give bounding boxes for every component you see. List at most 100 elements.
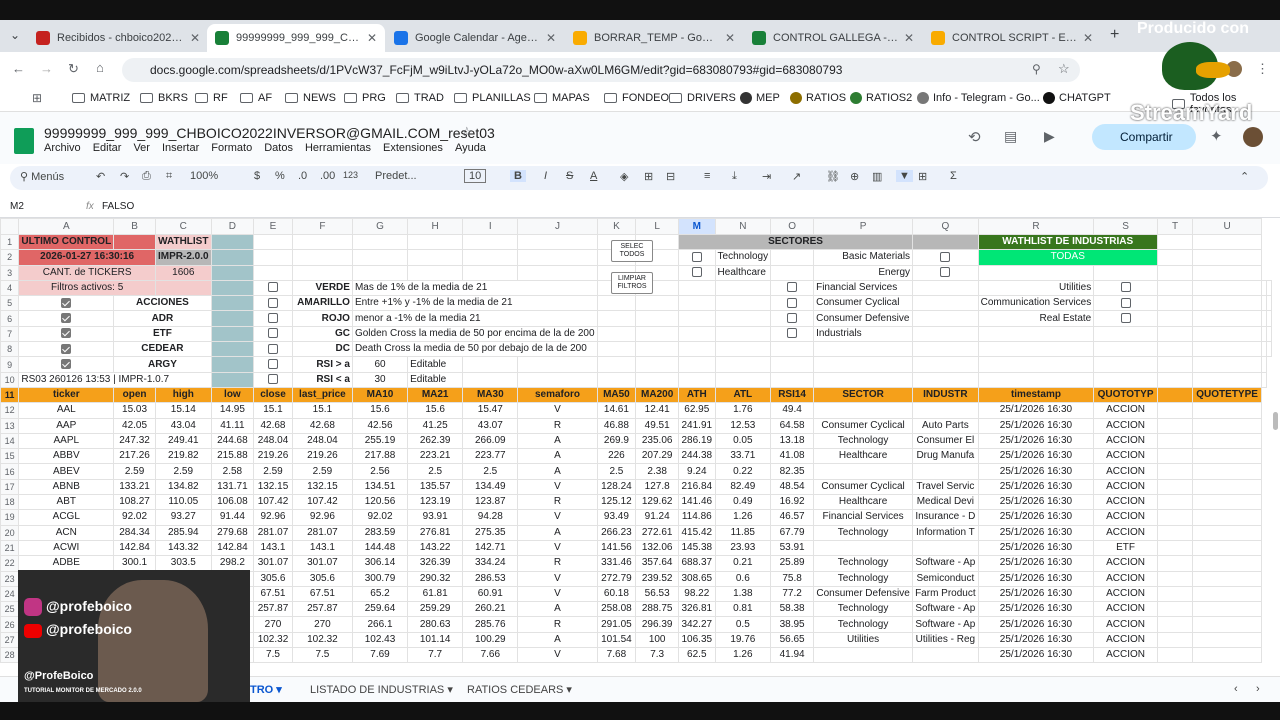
checkbox[interactable] (787, 297, 798, 308)
checkbox[interactable] (267, 374, 278, 385)
font-size-input[interactable]: 10 (464, 169, 487, 183)
row-header[interactable]: 6 (0, 310, 20, 327)
checkbox[interactable] (267, 358, 278, 369)
url-input[interactable]: docs.google.com/spreadsheets/d/1PVcW37_F… (122, 58, 1080, 82)
checkbox[interactable] (267, 343, 278, 354)
row-header[interactable]: 15 (0, 448, 20, 465)
tab-search-icon[interactable]: ⌄ (10, 28, 20, 42)
menu-item[interactable]: Editar (93, 142, 122, 154)
row-header[interactable]: 18 (0, 494, 20, 511)
column-filter-header[interactable]: close (253, 386, 293, 404)
decrease-decimal-button[interactable]: .0 (298, 170, 307, 182)
percent-button[interactable]: % (275, 170, 285, 182)
history-icon[interactable]: ⟲ (968, 128, 981, 146)
checkbox[interactable] (787, 328, 798, 339)
currency-button[interactable]: $ (254, 170, 260, 182)
industry-dropdown[interactable]: TODAS (977, 249, 1158, 266)
column-header[interactable]: U (1192, 218, 1262, 235)
sheet-tab-ratios[interactable]: RATIOS CEDEARS ▾ (467, 683, 572, 696)
browser-tab[interactable]: BORRAR_TEMP - Google Drive ✕ (565, 24, 743, 52)
row-header[interactable]: 24 (0, 585, 20, 603)
row-header[interactable]: 20 (0, 524, 20, 541)
column-header[interactable]: N (714, 218, 772, 235)
filter-views-icon[interactable]: ⊞ (918, 170, 927, 183)
menu-item[interactable]: Herramientas (305, 142, 371, 154)
functions-icon[interactable]: Σ (950, 170, 957, 182)
bookmark-item[interactable]: RATIOS (790, 92, 846, 104)
row-header[interactable]: 17 (0, 478, 20, 496)
home-icon[interactable]: ⌂ (96, 60, 104, 75)
column-header[interactable]: A (18, 218, 115, 235)
back-icon[interactable]: ← (12, 61, 25, 76)
column-filter-header[interactable] (1156, 386, 1194, 404)
column-header[interactable]: H (407, 218, 464, 235)
bookmark-item[interactable]: CHATGPT (1043, 92, 1111, 104)
menu-item[interactable]: Formato (211, 142, 252, 154)
checkbox[interactable] (267, 312, 278, 323)
bookmark-item[interactable]: MATRIZ (72, 92, 130, 104)
column-filter-header[interactable]: ATH (678, 386, 716, 404)
column-filter-header[interactable]: last_price (291, 386, 353, 404)
row-header[interactable]: 21 (0, 539, 20, 557)
new-tab-icon[interactable]: + (1110, 26, 1119, 44)
row-header[interactable]: 26 (0, 616, 20, 633)
bookmark-item[interactable]: RATIOS2 (850, 92, 912, 104)
column-header[interactable]: E (253, 218, 293, 235)
redo-icon[interactable]: ↷ (120, 170, 129, 183)
bookmark-star-icon[interactable]: ☆ (1058, 61, 1070, 77)
checkbox[interactable] (61, 358, 72, 369)
row-header[interactable]: 1 (0, 233, 20, 251)
doc-title[interactable]: 99999999_999_999_CHBOICO2022INVERSOR@GMA… (44, 125, 495, 141)
column-header[interactable]: F (291, 218, 353, 235)
column-filter-header[interactable]: MA50 (596, 386, 637, 404)
column-header[interactable]: R (977, 218, 1095, 235)
column-header[interactable]: Q (912, 218, 979, 235)
formula-input[interactable]: FALSO (102, 201, 134, 212)
bookmark-item[interactable]: PRG (344, 92, 386, 104)
column-header[interactable]: C (154, 218, 212, 235)
checkbox[interactable] (61, 297, 72, 308)
bold-button[interactable]: B (510, 170, 526, 182)
row-header[interactable]: 12 (0, 402, 20, 419)
borders-icon[interactable]: ⊞ (644, 170, 653, 183)
bookmark-item[interactable]: PLANILLAS (454, 92, 531, 104)
bookmark-item[interactable]: BKRS (140, 92, 188, 104)
fill-color-icon[interactable]: ◈ (620, 170, 628, 183)
text-color-icon[interactable]: A (590, 170, 597, 182)
strikethrough-icon[interactable]: S (566, 170, 573, 182)
paint-format-icon[interactable]: ⌗ (166, 170, 172, 183)
link-icon[interactable]: ⛓ (826, 170, 840, 183)
column-filter-header[interactable]: SECTOR (813, 386, 914, 404)
browser-tab[interactable]: 99999999_999_999_CHBOICO ✕ (207, 24, 385, 52)
tab-close-icon[interactable]: ✕ (904, 31, 914, 45)
tab-close-icon[interactable]: ✕ (725, 31, 735, 45)
row-header[interactable]: 8 (0, 341, 20, 358)
checkbox[interactable] (61, 312, 72, 323)
column-header[interactable] (0, 218, 20, 235)
column-filter-header[interactable]: QUOTOTYP (1093, 386, 1158, 404)
browser-tab[interactable]: Recibidos - chboico2022inversor ✕ (28, 24, 208, 52)
filter-icon[interactable]: ▼ (896, 170, 913, 182)
bookmark-item[interactable]: AF (240, 92, 272, 104)
merge-icon[interactable]: ⊟ (666, 170, 675, 183)
column-header[interactable]: D (210, 218, 255, 235)
print-icon[interactable]: ⎙ (142, 170, 151, 183)
row-header[interactable]: 5 (0, 295, 20, 312)
row-header[interactable]: 3 (0, 264, 20, 281)
column-header[interactable]: J (517, 218, 598, 235)
column-filter-header[interactable]: high (154, 386, 212, 404)
browser-tab[interactable]: CONTROL SCRIPT - Editor de ✕ (923, 24, 1101, 52)
browser-tab[interactable]: CONTROL GALLEGA - Hojas ✕ (744, 24, 922, 52)
checkbox[interactable] (1120, 282, 1131, 293)
wrap-icon[interactable]: ⇥ (762, 170, 771, 183)
column-filter-header[interactable]: MA10 (351, 386, 409, 404)
apps-grid-icon[interactable]: ⊞ (32, 91, 42, 105)
user-avatar[interactable] (1243, 127, 1263, 147)
row-header[interactable]: 25 (0, 601, 20, 618)
bookmark-item[interactable]: DRIVERS (669, 92, 736, 104)
row-header[interactable]: 19 (0, 509, 20, 526)
checkbox[interactable] (691, 267, 702, 278)
column-header[interactable]: O (770, 218, 815, 235)
column-filter-header[interactable]: semaforo (517, 386, 598, 404)
tab-close-icon[interactable]: ✕ (367, 31, 377, 45)
